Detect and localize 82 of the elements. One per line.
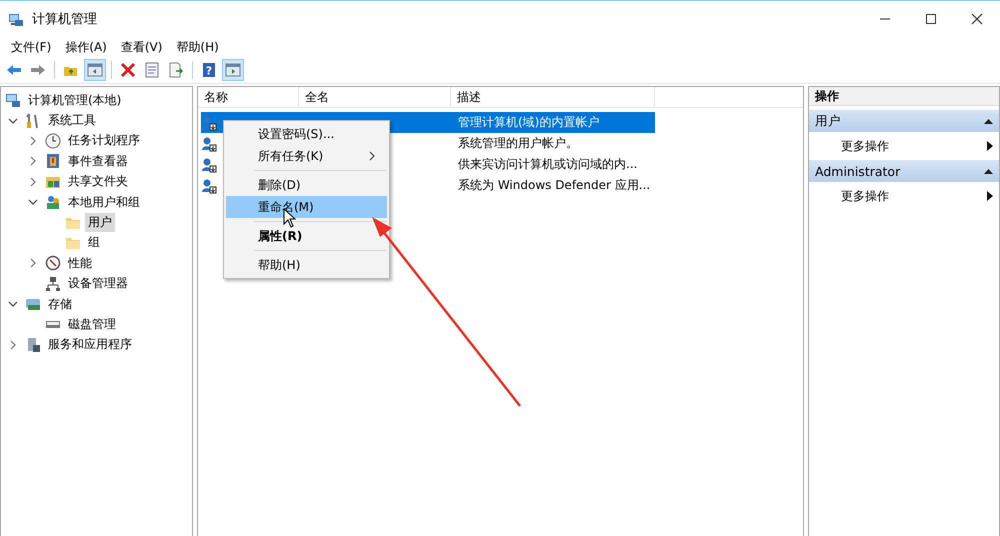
description-cell-text: 供来宾访问计算机或访问域的内... (457, 156, 638, 173)
action-item[interactable]: 更多操作 (809, 136, 999, 156)
tree-item[interactable]: 存储 (45, 294, 75, 314)
users-icon (45, 194, 61, 210)
column-header[interactable]: 名称 (198, 87, 299, 107)
event-log-icon (45, 153, 61, 170)
tree-item[interactable]: 共享文件夹 (65, 172, 131, 192)
action-pane-button[interactable] (222, 59, 244, 81)
gauge-icon (45, 255, 61, 272)
collapse-caret-icon[interactable] (984, 168, 993, 174)
section-title: Administrator (815, 164, 900, 178)
console-tree-button[interactable] (84, 59, 106, 81)
delete-icon (120, 62, 136, 78)
properties-icon (144, 62, 160, 78)
tree-item[interactable]: 用户 (85, 213, 115, 232)
menu-item[interactable]: 属性(R) (226, 225, 387, 247)
submenu-chevron-icon (369, 151, 375, 161)
menu-item[interactable]: 设置密码(S)... (226, 123, 387, 145)
collapse-caret-icon[interactable] (984, 118, 993, 124)
window-title: 计算机管理 (32, 11, 97, 28)
column-header[interactable]: 描述 (451, 87, 655, 107)
tree-item[interactable]: 系统工具 (45, 111, 99, 130)
description-cell-text: 系统管理的用户帐户。 (457, 135, 579, 152)
collapsed-chevron-icon[interactable] (28, 136, 38, 146)
services-icon (25, 336, 41, 353)
submenu-arrow-icon (987, 191, 993, 201)
action-pane-icon (225, 62, 241, 78)
actions-header: 操作 (809, 87, 999, 106)
menu-item[interactable]: 操作(A) (58, 38, 114, 56)
tree-item[interactable]: 本地用户和组 (65, 192, 143, 212)
menu-label: 属性(R) (258, 228, 302, 244)
export-icon (168, 62, 184, 78)
description-cell-text: 系统为 Windows Defender 应用... (457, 177, 652, 194)
action-section-header[interactable]: 用户 (809, 110, 999, 132)
collapsed-chevron-icon[interactable] (28, 156, 38, 166)
submenu-arrow-icon (987, 141, 993, 151)
tree-item[interactable]: 服务和应用程序 (45, 335, 135, 354)
tree-item[interactable]: 任务计划程序 (65, 131, 143, 150)
menu-item[interactable]: 文件(F) (4, 38, 58, 56)
tree-item[interactable]: 事件查看器 (65, 152, 131, 171)
action-label: 更多操作 (841, 188, 889, 204)
close-icon[interactable] (971, 13, 983, 25)
tree-item[interactable]: 性能 (65, 254, 95, 273)
tools-icon (25, 112, 41, 129)
expanded-chevron-icon[interactable] (8, 116, 18, 126)
collapsed-chevron-icon[interactable] (8, 340, 18, 350)
user-icon (201, 156, 217, 172)
console-tree-icon (87, 62, 103, 78)
back-arrow-icon (6, 62, 22, 78)
action-label: 更多操作 (841, 138, 889, 154)
tree-item[interactable]: 组 (85, 233, 103, 252)
user-icon (201, 178, 217, 194)
tree-item[interactable]: 计算机管理(本地) (25, 90, 124, 110)
menu-label: 删除(D) (258, 176, 301, 194)
tree-item[interactable]: 磁盘管理 (65, 314, 119, 334)
menu-item[interactable]: 帮助(H) (169, 38, 226, 56)
storage-icon (25, 296, 41, 312)
menu-label: 所有任务(K) (258, 148, 324, 164)
menu-label: 帮助(H) (258, 256, 300, 274)
user-icon (201, 136, 217, 152)
collapsed-chevron-icon[interactable] (28, 176, 38, 187)
menu-item[interactable]: 删除(D) (226, 174, 387, 196)
menu-label: 设置密码(S)... (258, 126, 334, 142)
action-item[interactable]: 更多操作 (809, 186, 999, 206)
user-icon (201, 114, 217, 130)
device-tree-icon (45, 276, 61, 292)
computer-icon (5, 92, 21, 108)
column-header[interactable]: 全名 (299, 87, 451, 107)
app-icon (8, 11, 24, 27)
tree-item[interactable]: 设备管理器 (65, 274, 131, 294)
clock-icon (45, 132, 61, 149)
action-section-header[interactable]: Administrator (809, 160, 999, 182)
maximize-icon[interactable] (925, 13, 937, 25)
section-title: 用户 (815, 112, 841, 130)
menu-item[interactable]: 查看(V) (114, 38, 170, 56)
forward-arrow-icon (30, 62, 46, 78)
expanded-chevron-icon[interactable] (28, 197, 38, 208)
collapsed-chevron-icon[interactable] (28, 258, 38, 268)
expanded-chevron-icon[interactable] (8, 299, 18, 310)
description-cell-text: 管理计算机(域)的内置帐户 (457, 114, 600, 131)
menu-item[interactable]: 所有任务(K) (226, 145, 387, 167)
menu-item[interactable]: 帮助(H) (226, 254, 387, 276)
